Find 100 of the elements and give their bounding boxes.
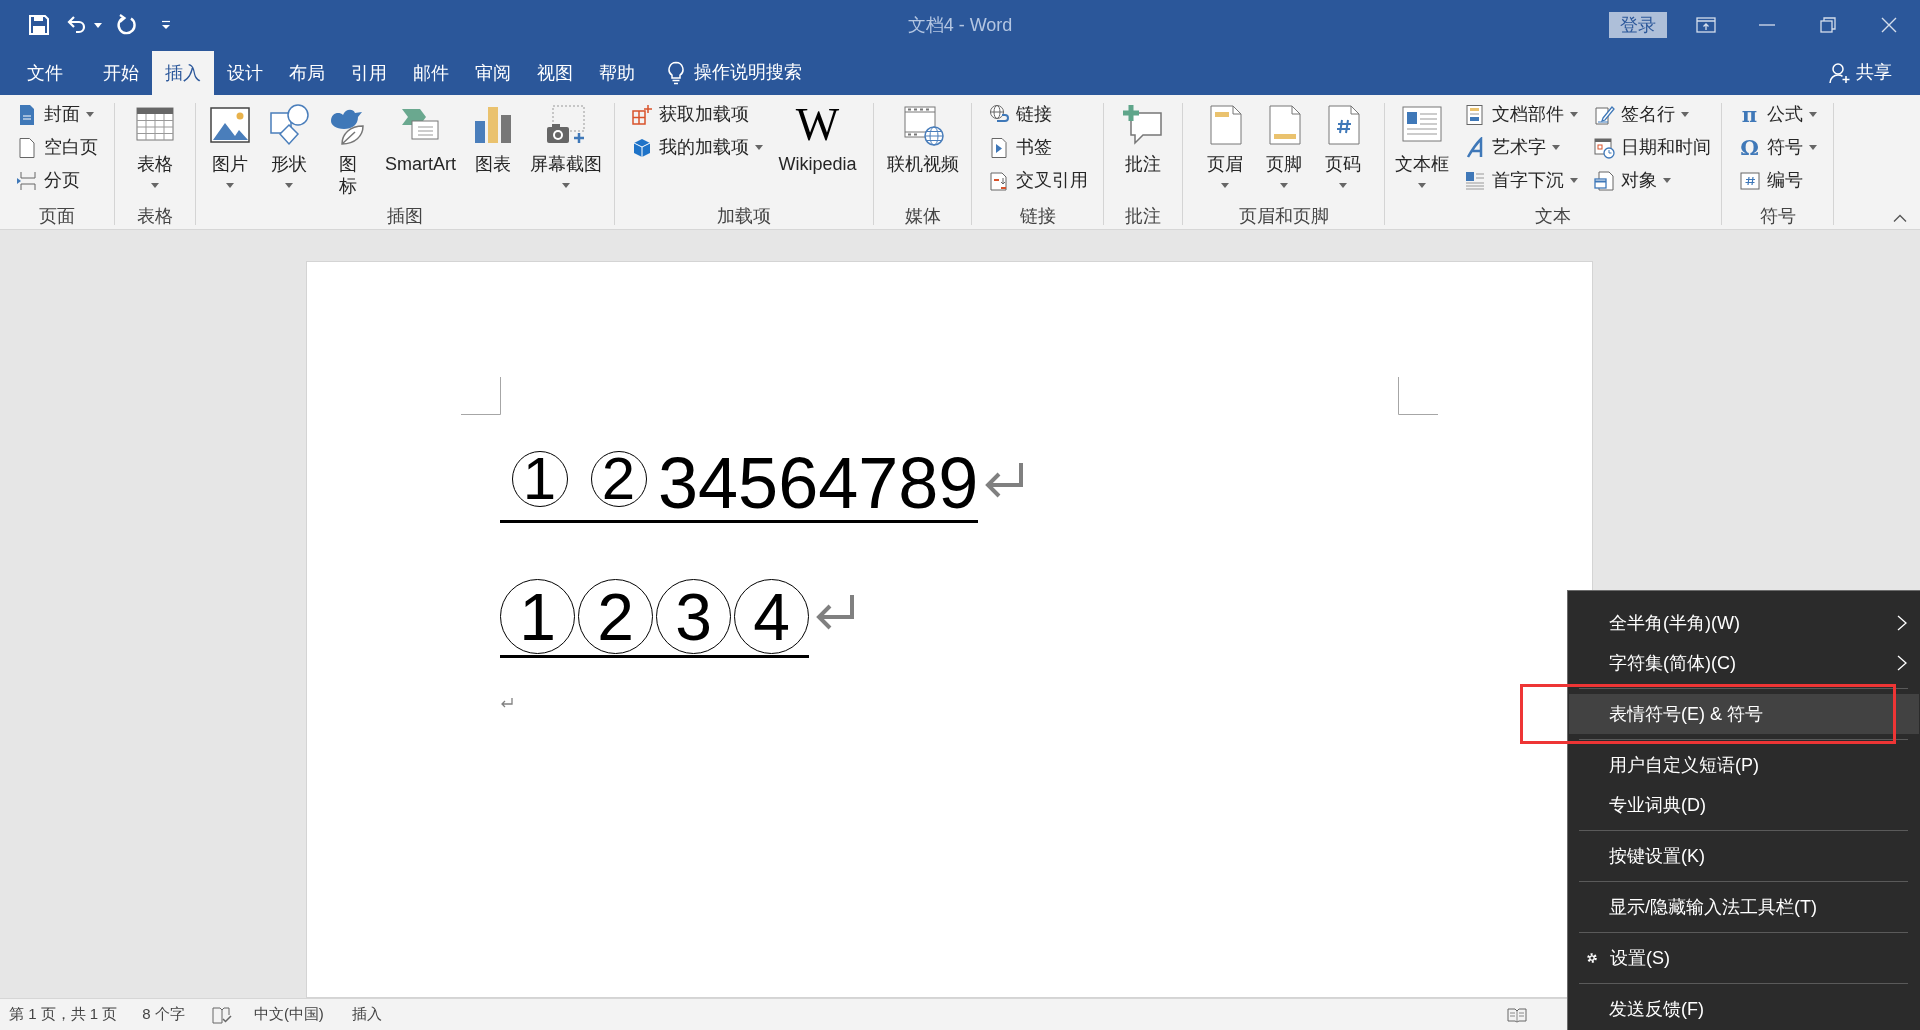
menu-item[interactable]: 字符集(简体)(C) xyxy=(1569,643,1919,683)
ribbon-button[interactable]: SmartArt xyxy=(381,95,460,175)
ribbon-button[interactable]: 日期和时间 xyxy=(1589,131,1715,164)
paragraph-mark-icon xyxy=(983,461,1026,499)
page-arrow-icon xyxy=(987,169,1010,192)
ribbon-button[interactable]: 我的加载项 xyxy=(627,131,768,164)
close-icon[interactable] xyxy=(1880,17,1897,33)
ribbon-button[interactable]: 图表 xyxy=(467,95,519,175)
menu-item[interactable]: 显示/隐藏输入法工具栏(T) xyxy=(1569,887,1919,927)
ribbon-button[interactable]: 文本框 xyxy=(1391,95,1453,188)
ribbon-tab[interactable]: 帮助 xyxy=(586,51,648,95)
gear-icon xyxy=(1585,951,1599,965)
ribbon-button[interactable]: 表格 xyxy=(129,95,181,188)
group-label: 页眉和页脚 xyxy=(1238,205,1329,227)
group-label: 加载项 xyxy=(717,205,771,227)
menu-item[interactable]: 全半角(半角)(W) xyxy=(1569,603,1919,643)
ribbon-button[interactable]: W Wikipedia xyxy=(774,95,861,175)
group-label: 链接 xyxy=(1019,205,1056,227)
body-text: 34564789 xyxy=(658,447,979,519)
corner-mark-icon xyxy=(461,377,501,415)
book-check-icon[interactable] xyxy=(211,1005,232,1024)
window-title: 文档4 - Word xyxy=(907,13,1013,37)
ribbon-button[interactable]: 首字下沉 xyxy=(1460,164,1582,197)
page-break-icon xyxy=(16,169,38,192)
ribbon-button[interactable]: 图片 xyxy=(204,95,256,188)
group-label: 插图 xyxy=(387,205,423,227)
menu-item[interactable]: 专业词典(D) xyxy=(1569,785,1919,825)
ribbon-tab[interactable]: 文件 xyxy=(14,51,76,95)
ribbon-button[interactable]: 分页 xyxy=(12,164,102,197)
ribbon-button[interactable]: 获取加载项 xyxy=(627,98,768,131)
menu-item[interactable]: 用户自定义短语(P) xyxy=(1569,745,1919,785)
ribbon-tab[interactable]: 设计 xyxy=(214,51,276,95)
speech-bubble-plus-icon xyxy=(1121,103,1165,147)
ribbon-button[interactable]: 文档部件 xyxy=(1460,98,1582,131)
restore-icon[interactable] xyxy=(1819,17,1836,33)
ribbon-button[interactable]: 批注 xyxy=(1117,95,1169,175)
blank-page-icon xyxy=(16,136,38,159)
ribbon-button[interactable]: 艺术字 xyxy=(1460,131,1582,164)
group-label: 页面 xyxy=(39,205,75,227)
ribbon-button[interactable]: 封面 xyxy=(12,98,102,131)
ribbon-button[interactable]: 签名行 xyxy=(1589,98,1715,131)
caret-icon xyxy=(94,22,102,28)
paragraph-mark-icon xyxy=(500,697,513,708)
chevron-up-icon[interactable] xyxy=(1893,214,1907,222)
page-count[interactable]: 第 1 页，共 1 页 xyxy=(9,1003,118,1026)
group-label: 文本 xyxy=(1535,205,1571,227)
ribbon-button[interactable]: 编号 xyxy=(1734,164,1821,197)
ribbon-button[interactable]: 屏幕截图 xyxy=(526,95,606,188)
ribbon-tab[interactable]: 布局 xyxy=(276,51,338,95)
ribbon-button[interactable]: 对象 xyxy=(1589,164,1715,197)
menu-item[interactable]: 发送反馈(F) xyxy=(1569,989,1919,1029)
page-blocks-icon xyxy=(1464,103,1486,126)
ribbon-tab[interactable]: 审阅 xyxy=(462,51,524,95)
ribbon-button[interactable]: 链接 xyxy=(983,98,1092,131)
ribbon-button[interactable]: 形状 xyxy=(263,95,315,188)
word-count[interactable]: 8 个字 xyxy=(142,1003,185,1026)
ribbon-button[interactable]: 页脚 xyxy=(1257,95,1310,188)
group-label: 媒体 xyxy=(904,205,941,227)
window-arrow-icon[interactable] xyxy=(1695,17,1716,33)
ribbon-button[interactable]: 页眉 xyxy=(1198,95,1251,188)
circular-arrow-icon[interactable] xyxy=(116,14,138,36)
ribbon-button[interactable]: 联机视频 xyxy=(882,95,963,175)
ribbon-button[interactable]: Ω 符号 xyxy=(1734,131,1821,164)
edit-mode-indicator[interactable]: 插入 xyxy=(351,1003,382,1026)
chevron-right-icon xyxy=(1897,655,1907,671)
open-book-icon[interactable] xyxy=(1507,1006,1527,1023)
calendar-clock-icon xyxy=(1593,136,1615,159)
ribbon-tab[interactable]: 视图 xyxy=(524,51,586,95)
undo-arrow-icon[interactable] xyxy=(66,14,88,36)
drop-cap-icon xyxy=(1464,169,1486,192)
ribbon-button[interactable]: 图标 xyxy=(322,95,374,197)
ribbon-tab[interactable]: 开始 xyxy=(90,51,152,95)
menu-item[interactable]: 按键设置(K) xyxy=(1569,836,1919,876)
line-caret-icon[interactable] xyxy=(160,20,172,30)
ribbon-button[interactable]: 交叉引用 xyxy=(983,164,1092,197)
paragraph-mark-icon xyxy=(814,593,856,631)
ribbon-button[interactable]: 书签 xyxy=(983,131,1092,164)
ribbon-tab[interactable]: 邮件 xyxy=(400,51,462,95)
language-indicator[interactable]: 中文(中国) xyxy=(253,1003,324,1026)
grid-plus-icon xyxy=(631,103,654,126)
search-field[interactable]: 操作说明搜索 xyxy=(694,59,822,86)
hash-box-icon xyxy=(1738,169,1761,192)
symbol-glyph: π xyxy=(1740,103,1759,126)
ribbon-tab[interactable]: 引用 xyxy=(338,51,400,95)
menu-item[interactable]: 表情符号(E) & 符号 xyxy=(1569,694,1919,734)
group-label: 符号 xyxy=(1759,205,1796,227)
ribbon-button[interactable]: π 公式 xyxy=(1734,98,1821,131)
person-add-icon xyxy=(1829,61,1851,84)
sign-in-button[interactable]: 登录 xyxy=(1609,12,1667,38)
menu-item[interactable]: 设置(S) xyxy=(1569,938,1919,978)
lightbulb-icon xyxy=(667,60,685,85)
symbol-glyph: Ω xyxy=(1739,136,1760,159)
share-button[interactable]: 共享 xyxy=(1829,59,1892,86)
group-label: 批注 xyxy=(1125,205,1161,227)
ribbon-button[interactable]: 页码 xyxy=(1316,95,1369,188)
logo-glyph: W xyxy=(795,103,840,147)
minimize-icon[interactable] xyxy=(1758,24,1775,26)
ribbon-tab[interactable]: 插入 xyxy=(152,51,214,95)
ribbon-button[interactable]: 空白页 xyxy=(12,131,102,164)
shapes-icon xyxy=(267,103,311,147)
